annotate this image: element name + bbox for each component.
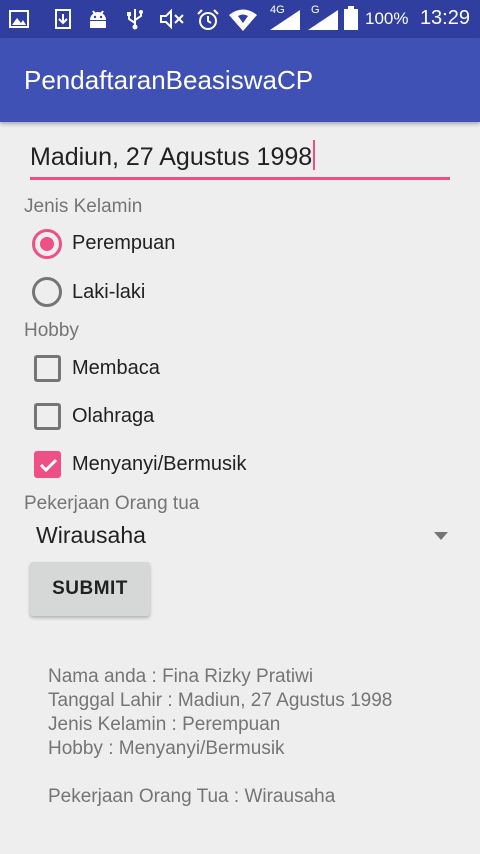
- mute-icon: [158, 8, 186, 30]
- alarm-icon: [196, 8, 220, 30]
- checkmark-icon: [39, 458, 58, 473]
- result-birth: Tanggal Lahir : Madiun, 27 Agustus 1998: [48, 690, 393, 711]
- submit-button[interactable]: SUBMIT: [30, 562, 150, 616]
- occupation-selected: Wirausaha: [36, 522, 146, 548]
- status-bar: 4G G 100% 13:29: [0, 0, 480, 38]
- app-title: PendaftaranBeasiswaCP: [24, 65, 314, 95]
- result-occupation: Pekerjaan Orang Tua : Wirausaha: [48, 786, 336, 807]
- result-hobby: Hobby : Menyanyi/Bermusik: [48, 738, 285, 759]
- birth-date-value: Madiun, 27 Agustus 1998: [30, 143, 313, 171]
- checkbox-membaca-label[interactable]: Membaca: [72, 357, 160, 380]
- image-icon: [8, 8, 30, 30]
- network-4g-label: 4G: [270, 4, 285, 16]
- download-icon: [52, 8, 74, 30]
- result-gender: Jenis Kelamin : Perempuan: [48, 714, 281, 735]
- radio-laki-laki[interactable]: [32, 277, 62, 307]
- network-g-label: G: [311, 4, 320, 16]
- hobby-label: Hobby: [24, 320, 79, 341]
- android-icon: [86, 8, 110, 30]
- radio-laki-laki-label[interactable]: Laki-laki: [72, 281, 145, 304]
- usb-icon: [124, 8, 146, 30]
- text-cursor: [313, 140, 316, 170]
- occupation-spinner[interactable]: Wirausaha: [24, 518, 456, 556]
- birth-date-field[interactable]: Madiun, 27 Agustus 1998: [30, 138, 450, 180]
- battery-icon: [344, 6, 358, 30]
- checkbox-membaca[interactable]: [34, 355, 61, 382]
- clock-time: 13:29: [419, 7, 470, 29]
- checkbox-olahraga-label[interactable]: Olahraga: [72, 405, 154, 428]
- checkbox-menyanyi[interactable]: [34, 451, 61, 478]
- checkbox-olahraga[interactable]: [34, 403, 61, 430]
- radio-perempuan[interactable]: [32, 229, 62, 259]
- occupation-label: Pekerjaan Orang tua: [24, 493, 200, 514]
- result-name: Nama anda : Fina Rizky Pratiwi: [48, 666, 314, 687]
- battery-level: 100%: [365, 9, 409, 28]
- wifi-icon: [228, 8, 258, 31]
- radio-perempuan-label[interactable]: Perempuan: [72, 232, 175, 255]
- gender-label: Jenis Kelamin: [24, 196, 143, 217]
- app-bar: PendaftaranBeasiswaCP: [0, 38, 480, 122]
- dropdown-arrow-icon: [434, 532, 448, 540]
- checkbox-menyanyi-label[interactable]: Menyanyi/Bermusik: [72, 453, 247, 476]
